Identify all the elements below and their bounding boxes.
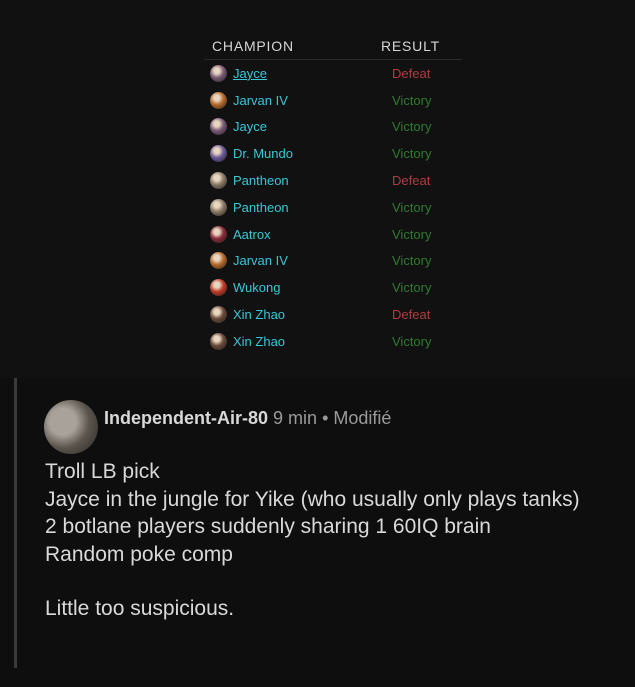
champion-avatar-icon <box>210 252 227 270</box>
champion-cell: Pantheon <box>204 198 390 216</box>
result-label: Victory <box>392 199 432 215</box>
comment-header: Independent-Air-80 9 min • Modifié <box>104 408 391 429</box>
champion-avatar-icon <box>210 145 227 163</box>
avatar[interactable] <box>44 400 98 454</box>
comment-body: Troll LB pick Jayce in the jungle for Yi… <box>45 458 605 623</box>
champion-name-link[interactable]: Pantheon <box>233 200 289 215</box>
table-row: Aatrox Victory <box>204 221 462 248</box>
champion-name-link[interactable]: Aatrox <box>233 227 271 242</box>
champion-avatar-icon <box>210 279 227 297</box>
champion-cell: Aatrox <box>204 225 390 243</box>
champion-cell: Wukong <box>204 279 390 297</box>
result-label: Defeat <box>392 173 431 189</box>
champion-avatar-icon <box>210 306 227 324</box>
result-label: Defeat <box>392 65 431 81</box>
edited-label: Modifié <box>333 408 392 428</box>
table-header: CHAMPION RESULT <box>204 30 462 60</box>
champion-avatar-icon <box>210 172 227 190</box>
result-label: Victory <box>392 226 432 242</box>
champion-cell: Dr. Mundo <box>204 145 390 163</box>
champion-name-link[interactable]: Pantheon <box>233 173 289 188</box>
result-label: Victory <box>392 253 432 269</box>
separator-dot: • <box>322 408 329 428</box>
table-row: Jarvan IV Victory <box>204 87 462 114</box>
table-row: Jayce Defeat <box>204 60 462 87</box>
champion-name-link[interactable]: Xin Zhao <box>233 334 285 349</box>
result-label: Victory <box>392 92 432 108</box>
champion-name-link[interactable]: Dr. Mundo <box>233 146 293 161</box>
comment: Independent-Air-80 9 min • Modifié Troll… <box>0 378 635 687</box>
result-label: Victory <box>392 280 432 296</box>
champion-avatar-icon <box>210 64 227 82</box>
thread-line[interactable] <box>14 378 17 668</box>
table-row: Dr. Mundo Victory <box>204 140 462 167</box>
result-label: Victory <box>392 119 432 135</box>
champion-avatar-icon <box>210 118 227 136</box>
result-label: Defeat <box>392 307 431 323</box>
champion-cell: Xin Zhao <box>204 332 390 350</box>
comment-line: Random poke comp <box>45 542 233 566</box>
champion-name-link[interactable]: Xin Zhao <box>233 307 285 322</box>
champion-avatar-icon <box>210 198 227 216</box>
table-row: Wukong Victory <box>204 274 462 301</box>
champion-avatar-icon <box>210 91 227 109</box>
champion-cell: Xin Zhao <box>204 306 390 324</box>
table-row: Xin Zhao Defeat <box>204 301 462 328</box>
match-history-table: CHAMPION RESULT Jayce Defeat Jarvan IV Vict… <box>204 30 462 355</box>
champion-avatar-icon <box>210 225 227 243</box>
champion-cell: Pantheon <box>204 172 390 190</box>
table-row: Pantheon Victory <box>204 194 462 221</box>
champion-name-link[interactable]: Jayce <box>233 66 267 81</box>
champion-cell: Jarvan IV <box>204 91 390 109</box>
table-body: Jayce Defeat Jarvan IV Victory Jayce Victory D… <box>204 60 462 355</box>
table-row: Jarvan IV Victory <box>204 248 462 275</box>
column-header-result: RESULT <box>381 38 440 54</box>
champion-name-link[interactable]: Jarvan IV <box>233 253 288 268</box>
result-label: Victory <box>392 333 432 349</box>
champion-cell: Jarvan IV <box>204 252 390 270</box>
column-header-champion: CHAMPION <box>212 38 294 54</box>
champion-cell: Jayce <box>204 64 390 82</box>
comment-time: 9 min <box>273 408 318 428</box>
champion-name-link[interactable]: Wukong <box>233 280 280 295</box>
table-row: Pantheon Defeat <box>204 167 462 194</box>
result-label: Victory <box>392 146 432 162</box>
comment-line: 2 botlane players suddenly sharing 1 60I… <box>45 515 491 538</box>
champion-name-link[interactable]: Jayce <box>233 119 267 134</box>
champion-name-link[interactable]: Jarvan IV <box>233 93 288 108</box>
table-row: Jayce Victory <box>204 114 462 141</box>
match-history-panel: CHAMPION RESULT Jayce Defeat Jarvan IV Vict… <box>0 0 635 378</box>
comment-line: Troll LB pick <box>45 460 160 483</box>
champion-avatar-icon <box>210 332 227 350</box>
comment-closing-line: Little too suspicious. <box>45 597 235 620</box>
champion-cell: Jayce <box>204 118 390 136</box>
comment-line: Jayce in the jungle for Yike (who usuall… <box>45 487 580 511</box>
comment-author[interactable]: Independent-Air-80 <box>104 408 268 428</box>
table-row: Xin Zhao Victory <box>204 328 462 355</box>
